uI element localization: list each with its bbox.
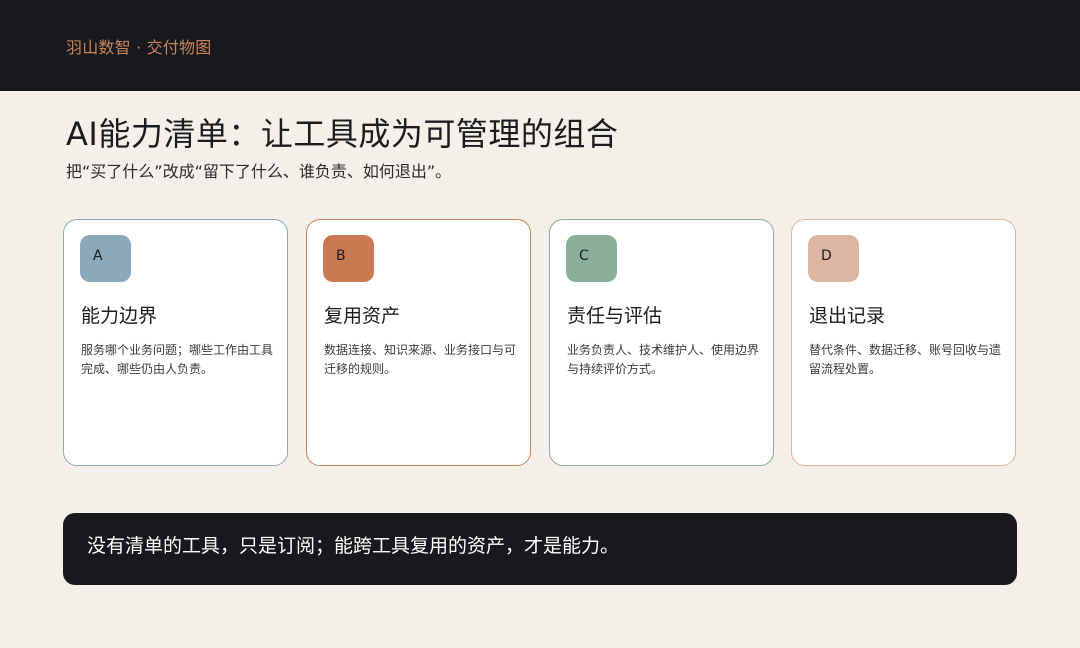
card-title: 退出记录: [809, 305, 886, 327]
card-badge: A: [80, 235, 131, 282]
badge-letter: C: [579, 248, 589, 264]
card-description: 替代条件、数据迁移、账号回收与遗留流程处置。: [809, 343, 1002, 376]
card-capability-boundary: A 能力边界 服务哪个业务问题；哪些工作由工具完成、哪些仍由人负责。: [63, 219, 288, 466]
card-title: 复用资产: [324, 305, 401, 327]
card-description: 业务负责人、技术维护人、使用边界与持续评价方式。: [567, 343, 760, 376]
card-badge: C: [566, 235, 617, 282]
quote-text: 没有清单的工具，只是订阅；能跨工具复用的资产，才是能力。: [87, 535, 620, 557]
brand-label: 羽山数智 · 交付物图: [66, 38, 212, 57]
page-title: AI能力清单：让工具成为可管理的组合: [66, 115, 619, 153]
card-reusable-assets: B 复用资产 数据连接、知识来源、业务接口与可迁移的规则。: [306, 219, 531, 466]
card-description: 数据连接、知识来源、业务接口与可迁移的规则。: [324, 343, 517, 376]
badge-letter: A: [93, 248, 103, 264]
badge-letter: D: [821, 248, 832, 264]
card-badge: B: [323, 235, 374, 282]
badge-letter: B: [336, 248, 346, 264]
card-responsibility-evaluation: C 责任与评估 业务负责人、技术维护人、使用边界与持续评价方式。: [549, 219, 774, 466]
card-title: 能力边界: [81, 305, 158, 327]
top-bar: 羽山数智 · 交付物图: [0, 0, 1080, 91]
card-badge: D: [808, 235, 859, 282]
card-grid: A 能力边界 服务哪个业务问题；哪些工作由工具完成、哪些仍由人负责。 B 复用资…: [63, 219, 1017, 468]
page-subtitle: 把“买了什么”改成“留下了什么、谁负责、如何退出”。: [66, 162, 452, 181]
card-exit-record: D 退出记录 替代条件、数据迁移、账号回收与遗留流程处置。: [791, 219, 1016, 466]
card-title: 责任与评估: [567, 305, 663, 327]
quote-banner: 没有清单的工具，只是订阅；能跨工具复用的资产，才是能力。: [63, 513, 1017, 585]
card-description: 服务哪个业务问题；哪些工作由工具完成、哪些仍由人负责。: [81, 343, 274, 376]
